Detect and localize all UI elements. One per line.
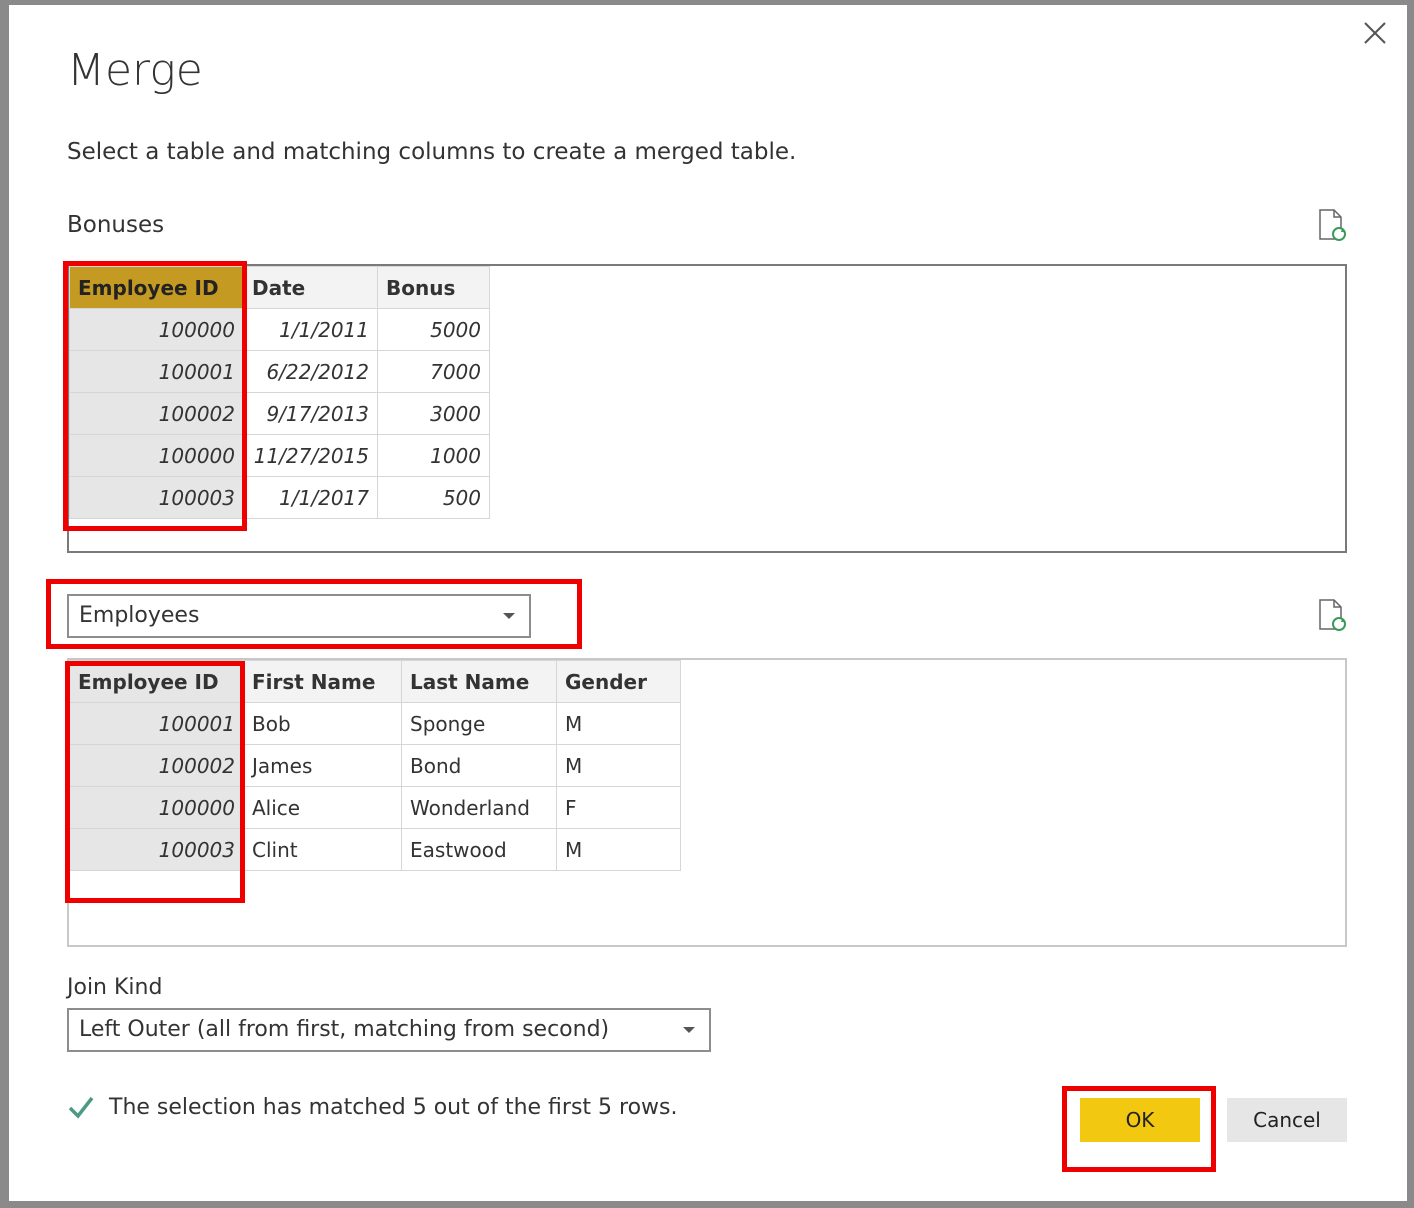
cell-last-name: Eastwood	[401, 828, 557, 871]
chevron-down-icon	[503, 613, 515, 619]
cell-last-name: Wonderland	[401, 786, 557, 829]
table-row: 100002 9/17/2013 3000	[69, 392, 490, 435]
chevron-down-icon	[683, 1027, 695, 1033]
merge-dialog: Merge Select a table and matching column…	[9, 5, 1407, 1201]
cell-bonus: 3000	[377, 392, 490, 435]
cell-date: 6/22/2012	[243, 350, 378, 393]
cell-first-name: Alice	[243, 786, 402, 829]
column-header-bonus[interactable]: Bonus	[377, 266, 490, 309]
table-row: 100000 Alice Wonderland F	[69, 786, 681, 829]
close-icon[interactable]	[1361, 19, 1389, 47]
first-table-preview: Employee ID Date Bonus 100000 1/1/2011 5…	[67, 264, 1347, 553]
cell-employee-id: 100001	[69, 702, 244, 745]
ok-button[interactable]: OK	[1080, 1098, 1200, 1142]
cell-bonus: 5000	[377, 308, 490, 351]
column-header-last-name[interactable]: Last Name	[401, 660, 557, 703]
first-table-name: Bonuses	[67, 212, 165, 238]
dialog-subtitle: Select a table and matching columns to c…	[67, 139, 797, 165]
cell-first-name: Clint	[243, 828, 402, 871]
column-header-employee-id[interactable]: Employee ID	[69, 266, 244, 309]
cell-date: 1/1/2011	[243, 308, 378, 351]
match-status-text: The selection has matched 5 out of the f…	[109, 1094, 678, 1120]
table-row: 100003 1/1/2017 500	[69, 476, 490, 519]
first-table-grid: Employee ID Date Bonus 100000 1/1/2011 5…	[69, 266, 490, 519]
checkmark-icon	[68, 1096, 94, 1119]
cell-employee-id: 100003	[69, 828, 244, 871]
cell-employee-id: 100000	[69, 434, 244, 477]
cell-gender: M	[556, 702, 681, 745]
table-row: 100002 James Bond M	[69, 744, 681, 787]
cell-first-name: Bob	[243, 702, 402, 745]
table-row: 100001 Bob Sponge M	[69, 702, 681, 745]
table-row: 100000 1/1/2011 5000	[69, 308, 490, 351]
second-table-grid: Employee ID First Name Last Name Gender …	[69, 660, 681, 871]
match-status: The selection has matched 5 out of the f…	[67, 1093, 678, 1121]
cell-last-name: Bond	[401, 744, 557, 787]
column-header-date[interactable]: Date	[243, 266, 378, 309]
column-header-first-name[interactable]: First Name	[243, 660, 402, 703]
cell-employee-id: 100001	[69, 350, 244, 393]
join-kind-select[interactable]: Left Outer (all from first, matching fro…	[67, 1008, 711, 1052]
table-row: 100001 6/22/2012 7000	[69, 350, 490, 393]
column-header-gender[interactable]: Gender	[556, 660, 681, 703]
join-kind-select-value: Left Outer (all from first, matching fro…	[79, 1017, 610, 1042]
cell-bonus: 500	[377, 476, 490, 519]
cell-last-name: Sponge	[401, 702, 557, 745]
cell-bonus: 7000	[377, 350, 490, 393]
cell-employee-id: 100000	[69, 308, 244, 351]
cell-employee-id: 100002	[69, 392, 244, 435]
column-header-employee-id[interactable]: Employee ID	[69, 660, 244, 703]
dialog-title: Merge	[67, 45, 203, 96]
cancel-button[interactable]: Cancel	[1227, 1098, 1347, 1142]
cell-gender: M	[556, 744, 681, 787]
cell-employee-id: 100002	[69, 744, 244, 787]
second-table-preview: Employee ID First Name Last Name Gender …	[67, 658, 1347, 947]
second-table-select-value: Employees	[79, 603, 200, 628]
cell-date: 1/1/2017	[243, 476, 378, 519]
table-row: 100000 11/27/2015 1000	[69, 434, 490, 477]
cell-gender: F	[556, 786, 681, 829]
refresh-preview-icon[interactable]	[1317, 208, 1347, 242]
cell-gender: M	[556, 828, 681, 871]
cell-employee-id: 100000	[69, 786, 244, 829]
refresh-preview-icon[interactable]	[1317, 598, 1347, 632]
table-row: 100003 Clint Eastwood M	[69, 828, 681, 871]
second-table-select[interactable]: Employees	[67, 594, 531, 638]
cell-date: 11/27/2015	[243, 434, 378, 477]
cell-date: 9/17/2013	[243, 392, 378, 435]
join-kind-label: Join Kind	[67, 975, 163, 1000]
cell-bonus: 1000	[377, 434, 490, 477]
cell-employee-id: 100003	[69, 476, 244, 519]
cell-first-name: James	[243, 744, 402, 787]
